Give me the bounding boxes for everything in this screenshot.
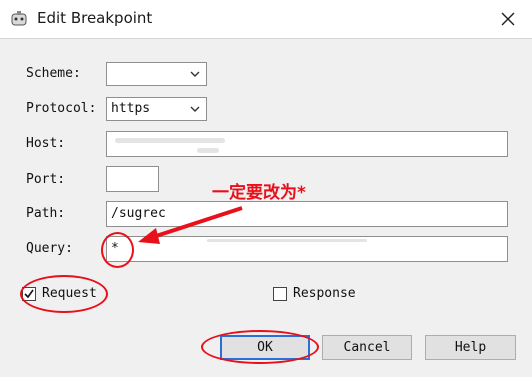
protocol-select[interactable]: https bbox=[106, 97, 207, 121]
query-value: * bbox=[111, 241, 119, 256]
scheme-label: Scheme: bbox=[26, 66, 81, 81]
cancel-button[interactable]: Cancel bbox=[322, 335, 412, 360]
close-icon[interactable] bbox=[498, 9, 518, 29]
checkbox-box[interactable] bbox=[273, 287, 287, 301]
checkmark-icon bbox=[24, 289, 34, 299]
checkbox-box[interactable] bbox=[22, 287, 36, 301]
port-label: Port: bbox=[26, 172, 66, 187]
path-label: Path: bbox=[26, 206, 66, 221]
response-label: Response bbox=[293, 286, 356, 301]
port-input[interactable] bbox=[106, 166, 159, 192]
request-label: Request bbox=[42, 286, 97, 301]
protocol-label: Protocol: bbox=[26, 101, 97, 116]
host-input[interactable] bbox=[106, 131, 508, 157]
ok-button[interactable]: OK bbox=[220, 335, 310, 360]
help-button[interactable]: Help bbox=[425, 335, 516, 360]
response-checkbox[interactable]: Response bbox=[273, 286, 373, 304]
query-label: Query: bbox=[26, 241, 73, 256]
title-bar: Edit Breakpoint bbox=[0, 0, 532, 39]
redacted-host-tail bbox=[197, 148, 219, 153]
host-label: Host: bbox=[26, 136, 66, 151]
scheme-select[interactable] bbox=[106, 62, 207, 86]
app-icon bbox=[11, 11, 27, 26]
request-checkbox[interactable]: Request bbox=[22, 286, 102, 304]
window-title: Edit Breakpoint bbox=[37, 9, 153, 27]
chevron-down-icon bbox=[190, 106, 200, 112]
redacted-host bbox=[115, 138, 225, 143]
chevron-down-icon bbox=[190, 71, 200, 77]
protocol-value: https bbox=[111, 101, 151, 116]
annotation-arrow-icon bbox=[138, 206, 243, 244]
